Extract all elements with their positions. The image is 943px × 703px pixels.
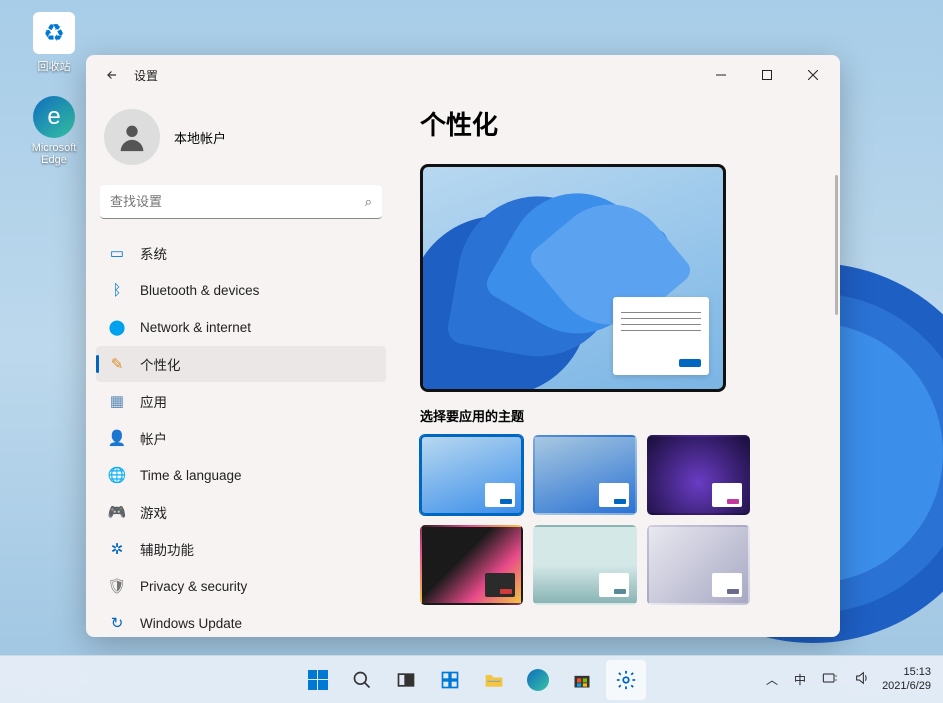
theme-grid <box>420 435 750 605</box>
sidebar-item-label: 系统 <box>140 243 167 263</box>
minimize-button[interactable] <box>698 59 744 91</box>
store-icon[interactable] <box>562 660 602 700</box>
privacy-icon: 🛡 <box>108 577 126 595</box>
sidebar-item-label: Bluetooth & devices <box>140 283 259 298</box>
sidebar-item-privacy[interactable]: 🛡 Privacy & security <box>96 568 386 604</box>
search-input[interactable] <box>100 185 382 219</box>
widgets-icon[interactable] <box>430 660 470 700</box>
sidebar-item-label: Time & language <box>140 468 242 483</box>
personalization-icon: ✎ <box>108 355 126 373</box>
network-tray-icon[interactable] <box>818 667 842 692</box>
sidebar: 本地帐户 ⌕ ▭ 系统 ᛒ Bluetooth & devices ⬤ Network &… <box>86 95 396 637</box>
taskbar: ︿ 中 15:13 2021/6/29 <box>0 655 943 703</box>
sidebar-item-label: 游戏 <box>140 502 167 522</box>
close-button[interactable] <box>790 59 836 91</box>
recycle-bin-label: 回收站 <box>38 61 71 73</box>
accessibility-icon: ✲ <box>108 540 126 558</box>
volume-tray-icon[interactable] <box>850 666 874 693</box>
sidebar-item-time[interactable]: 🌐 Time & language <box>96 457 386 493</box>
scrollbar[interactable] <box>835 175 838 315</box>
titlebar: 设置 <box>86 55 840 95</box>
start-button[interactable] <box>298 660 338 700</box>
back-button[interactable] <box>100 63 124 87</box>
update-icon: ↻ <box>108 614 126 632</box>
settings-window: 设置 本地帐户 ⌕ ▭ 系统 ᛒ Bluetooth & devices ⬤ Networ… <box>86 55 840 637</box>
sidebar-item-bluetooth[interactable]: ᛒ Bluetooth & devices <box>96 272 386 308</box>
sidebar-item-label: Privacy & security <box>140 579 247 594</box>
sidebar-item-label: 辅助功能 <box>140 539 194 559</box>
network-icon: ⬤ <box>108 318 126 336</box>
edge-label: Microsoft Edge <box>32 142 77 166</box>
search-box[interactable]: ⌕ <box>100 185 382 219</box>
edge-icon[interactable]: e Microsoft Edge <box>18 96 90 166</box>
sidebar-item-personalization[interactable]: ✎ 个性化 <box>96 346 386 382</box>
sidebar-item-label: Network & internet <box>140 320 251 335</box>
account-name: 本地帐户 <box>174 128 226 147</box>
ime-icon[interactable]: 中 <box>790 667 810 692</box>
sidebar-item-label: 帐户 <box>140 428 167 448</box>
apps-icon: ▦ <box>108 392 126 410</box>
theme-option-2[interactable] <box>533 435 636 515</box>
tray-chevron-icon[interactable]: ︿ <box>762 667 782 692</box>
sidebar-item-system[interactable]: ▭ 系统 <box>96 235 386 271</box>
sidebar-item-network[interactable]: ⬤ Network & internet <box>96 309 386 345</box>
sidebar-item-accessibility[interactable]: ✲ 辅助功能 <box>96 531 386 567</box>
sidebar-item-update[interactable]: ↻ Windows Update <box>96 605 386 637</box>
theme-option-5[interactable] <box>533 525 636 605</box>
window-title: 设置 <box>134 67 158 84</box>
bluetooth-icon: ᛒ <box>108 281 126 299</box>
content-pane: 个性化 选择要应用的主题 <box>396 95 840 637</box>
time-text: 15:13 <box>882 666 931 679</box>
theme-option-6[interactable] <box>647 525 750 605</box>
page-title: 个性化 <box>420 105 820 142</box>
gaming-icon: 🎮 <box>108 503 126 521</box>
avatar <box>104 109 160 165</box>
clock[interactable]: 15:13 2021/6/29 <box>882 666 931 692</box>
taskbar-search-icon[interactable] <box>342 660 382 700</box>
date-text: 2021/6/29 <box>882 680 931 693</box>
sidebar-item-label: 应用 <box>140 391 167 411</box>
account-block[interactable]: 本地帐户 <box>96 95 386 185</box>
time-icon: 🌐 <box>108 466 126 484</box>
edge-taskbar-icon[interactable] <box>518 660 558 700</box>
accounts-icon: 👤 <box>108 429 126 447</box>
task-view-icon[interactable] <box>386 660 426 700</box>
theme-preview[interactable] <box>420 164 726 392</box>
settings-taskbar-icon[interactable] <box>606 660 646 700</box>
theme-option-4[interactable] <box>420 525 523 605</box>
sidebar-item-label: 个性化 <box>140 354 181 374</box>
sidebar-item-label: Windows Update <box>140 616 242 631</box>
recycle-bin-icon[interactable]: ♻ 回收站 <box>18 12 90 74</box>
theme-option-1[interactable] <box>420 435 523 515</box>
search-icon: ⌕ <box>365 194 372 210</box>
sidebar-item-apps[interactable]: ▦ 应用 <box>96 383 386 419</box>
theme-section-label: 选择要应用的主题 <box>420 406 820 425</box>
maximize-button[interactable] <box>744 59 790 91</box>
system-icon: ▭ <box>108 244 126 262</box>
sidebar-item-accounts[interactable]: 👤 帐户 <box>96 420 386 456</box>
sidebar-item-gaming[interactable]: 🎮 游戏 <box>96 494 386 530</box>
file-explorer-icon[interactable] <box>474 660 514 700</box>
theme-option-3[interactable] <box>647 435 750 515</box>
